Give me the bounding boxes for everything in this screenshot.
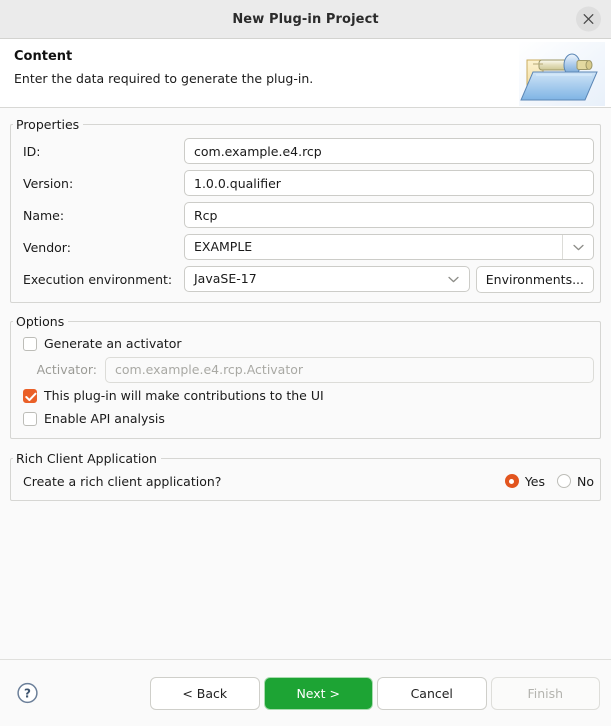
id-label: ID: xyxy=(23,143,41,159)
properties-group: Properties ID: Version: Name: Vendor: xyxy=(10,117,601,303)
vendor-combo-value: EXAMPLE xyxy=(194,239,253,254)
generate-activator-checkbox-row[interactable]: Generate an activator xyxy=(17,332,594,355)
activator-row: Activator: com.example.e4.rcp.Activator xyxy=(17,355,594,384)
execution-environment-value: JavaSE-17 xyxy=(194,271,257,286)
field-row-version: Version: xyxy=(17,168,594,198)
rich-client-application-group: Rich Client Application Create a rich cl… xyxy=(10,451,601,501)
execution-environment-combo[interactable]: JavaSE-17 xyxy=(184,266,470,292)
radio-yes-indicator[interactable] xyxy=(504,474,519,488)
wizard-banner: Content Enter the data required to gener… xyxy=(0,39,611,108)
version-label: Version: xyxy=(23,175,74,191)
cancel-button[interactable]: Cancel xyxy=(377,676,487,710)
name-label: Name: xyxy=(23,207,65,223)
radio-yes-label: Yes xyxy=(524,473,545,489)
options-group: Options Generate an activator Activator:… xyxy=(10,314,601,439)
environments-button[interactable]: Environments... xyxy=(475,265,594,293)
properties-group-legend: Properties xyxy=(16,117,80,132)
dialog-titlebar: New Plug-in Project xyxy=(0,0,611,39)
chevron-down-icon[interactable] xyxy=(562,235,593,259)
execution-environment-label: Execution environment: xyxy=(23,271,173,287)
ui-contributions-checkbox-row[interactable]: This plug-in will make contributions to … xyxy=(17,384,594,407)
field-row-vendor: Vendor: EXAMPLE xyxy=(17,232,594,262)
dialog-footer: ? < Back Next > Cancel Finish xyxy=(0,659,611,726)
version-input[interactable] xyxy=(184,170,594,196)
vendor-combo[interactable]: EXAMPLE xyxy=(184,234,594,260)
activator-input: com.example.e4.rcp.Activator xyxy=(105,356,594,383)
ui-contributions-checkbox[interactable] xyxy=(23,388,37,403)
radio-no-indicator[interactable] xyxy=(557,474,571,488)
field-row-id: ID: xyxy=(17,136,594,166)
close-button[interactable] xyxy=(576,6,601,32)
finish-button: Finish xyxy=(490,676,600,710)
svg-text:?: ? xyxy=(24,687,31,701)
id-input[interactable] xyxy=(184,138,594,164)
rich-client-row: Create a rich client application? Yes No xyxy=(17,468,594,494)
name-input[interactable] xyxy=(184,202,594,228)
dialog-title: New Plug-in Project xyxy=(232,11,379,27)
new-plugin-project-dialog: New Plug-in Project Content Enter the da… xyxy=(0,0,611,726)
chevron-down-icon[interactable] xyxy=(439,267,469,291)
rich-client-radio-no[interactable]: No xyxy=(557,474,594,489)
next-button[interactable]: Next > xyxy=(263,676,373,710)
wizard-content: Properties ID: Version: Name: Vendor: xyxy=(0,108,611,659)
back-button[interactable]: < Back xyxy=(150,676,260,710)
radio-no-label: No xyxy=(577,473,594,489)
close-icon xyxy=(583,14,594,25)
api-analysis-checkbox[interactable] xyxy=(23,411,37,426)
rich-client-question: Create a rich client application? xyxy=(23,473,222,489)
options-group-legend: Options xyxy=(16,314,65,329)
api-analysis-label: Enable API analysis xyxy=(44,411,165,426)
activator-label: Activator: xyxy=(36,362,97,377)
rich-client-group-legend: Rich Client Application xyxy=(16,451,157,466)
ui-contributions-label: This plug-in will make contributions to … xyxy=(44,388,324,403)
generate-activator-label: Generate an activator xyxy=(44,336,182,351)
field-row-execution-environment: Execution environment: JavaSE-17 Environ… xyxy=(17,264,594,294)
api-analysis-checkbox-row[interactable]: Enable API analysis xyxy=(17,407,594,430)
help-icon[interactable]: ? xyxy=(16,682,39,705)
rich-client-radio-yes[interactable]: Yes xyxy=(504,473,545,489)
vendor-label: Vendor: xyxy=(23,239,71,255)
field-row-name: Name: xyxy=(17,200,594,230)
footer-button-bar: < Back Next > Cancel Finish xyxy=(150,676,600,710)
generate-activator-checkbox[interactable] xyxy=(23,336,37,351)
plugin-folder-icon xyxy=(519,42,605,106)
